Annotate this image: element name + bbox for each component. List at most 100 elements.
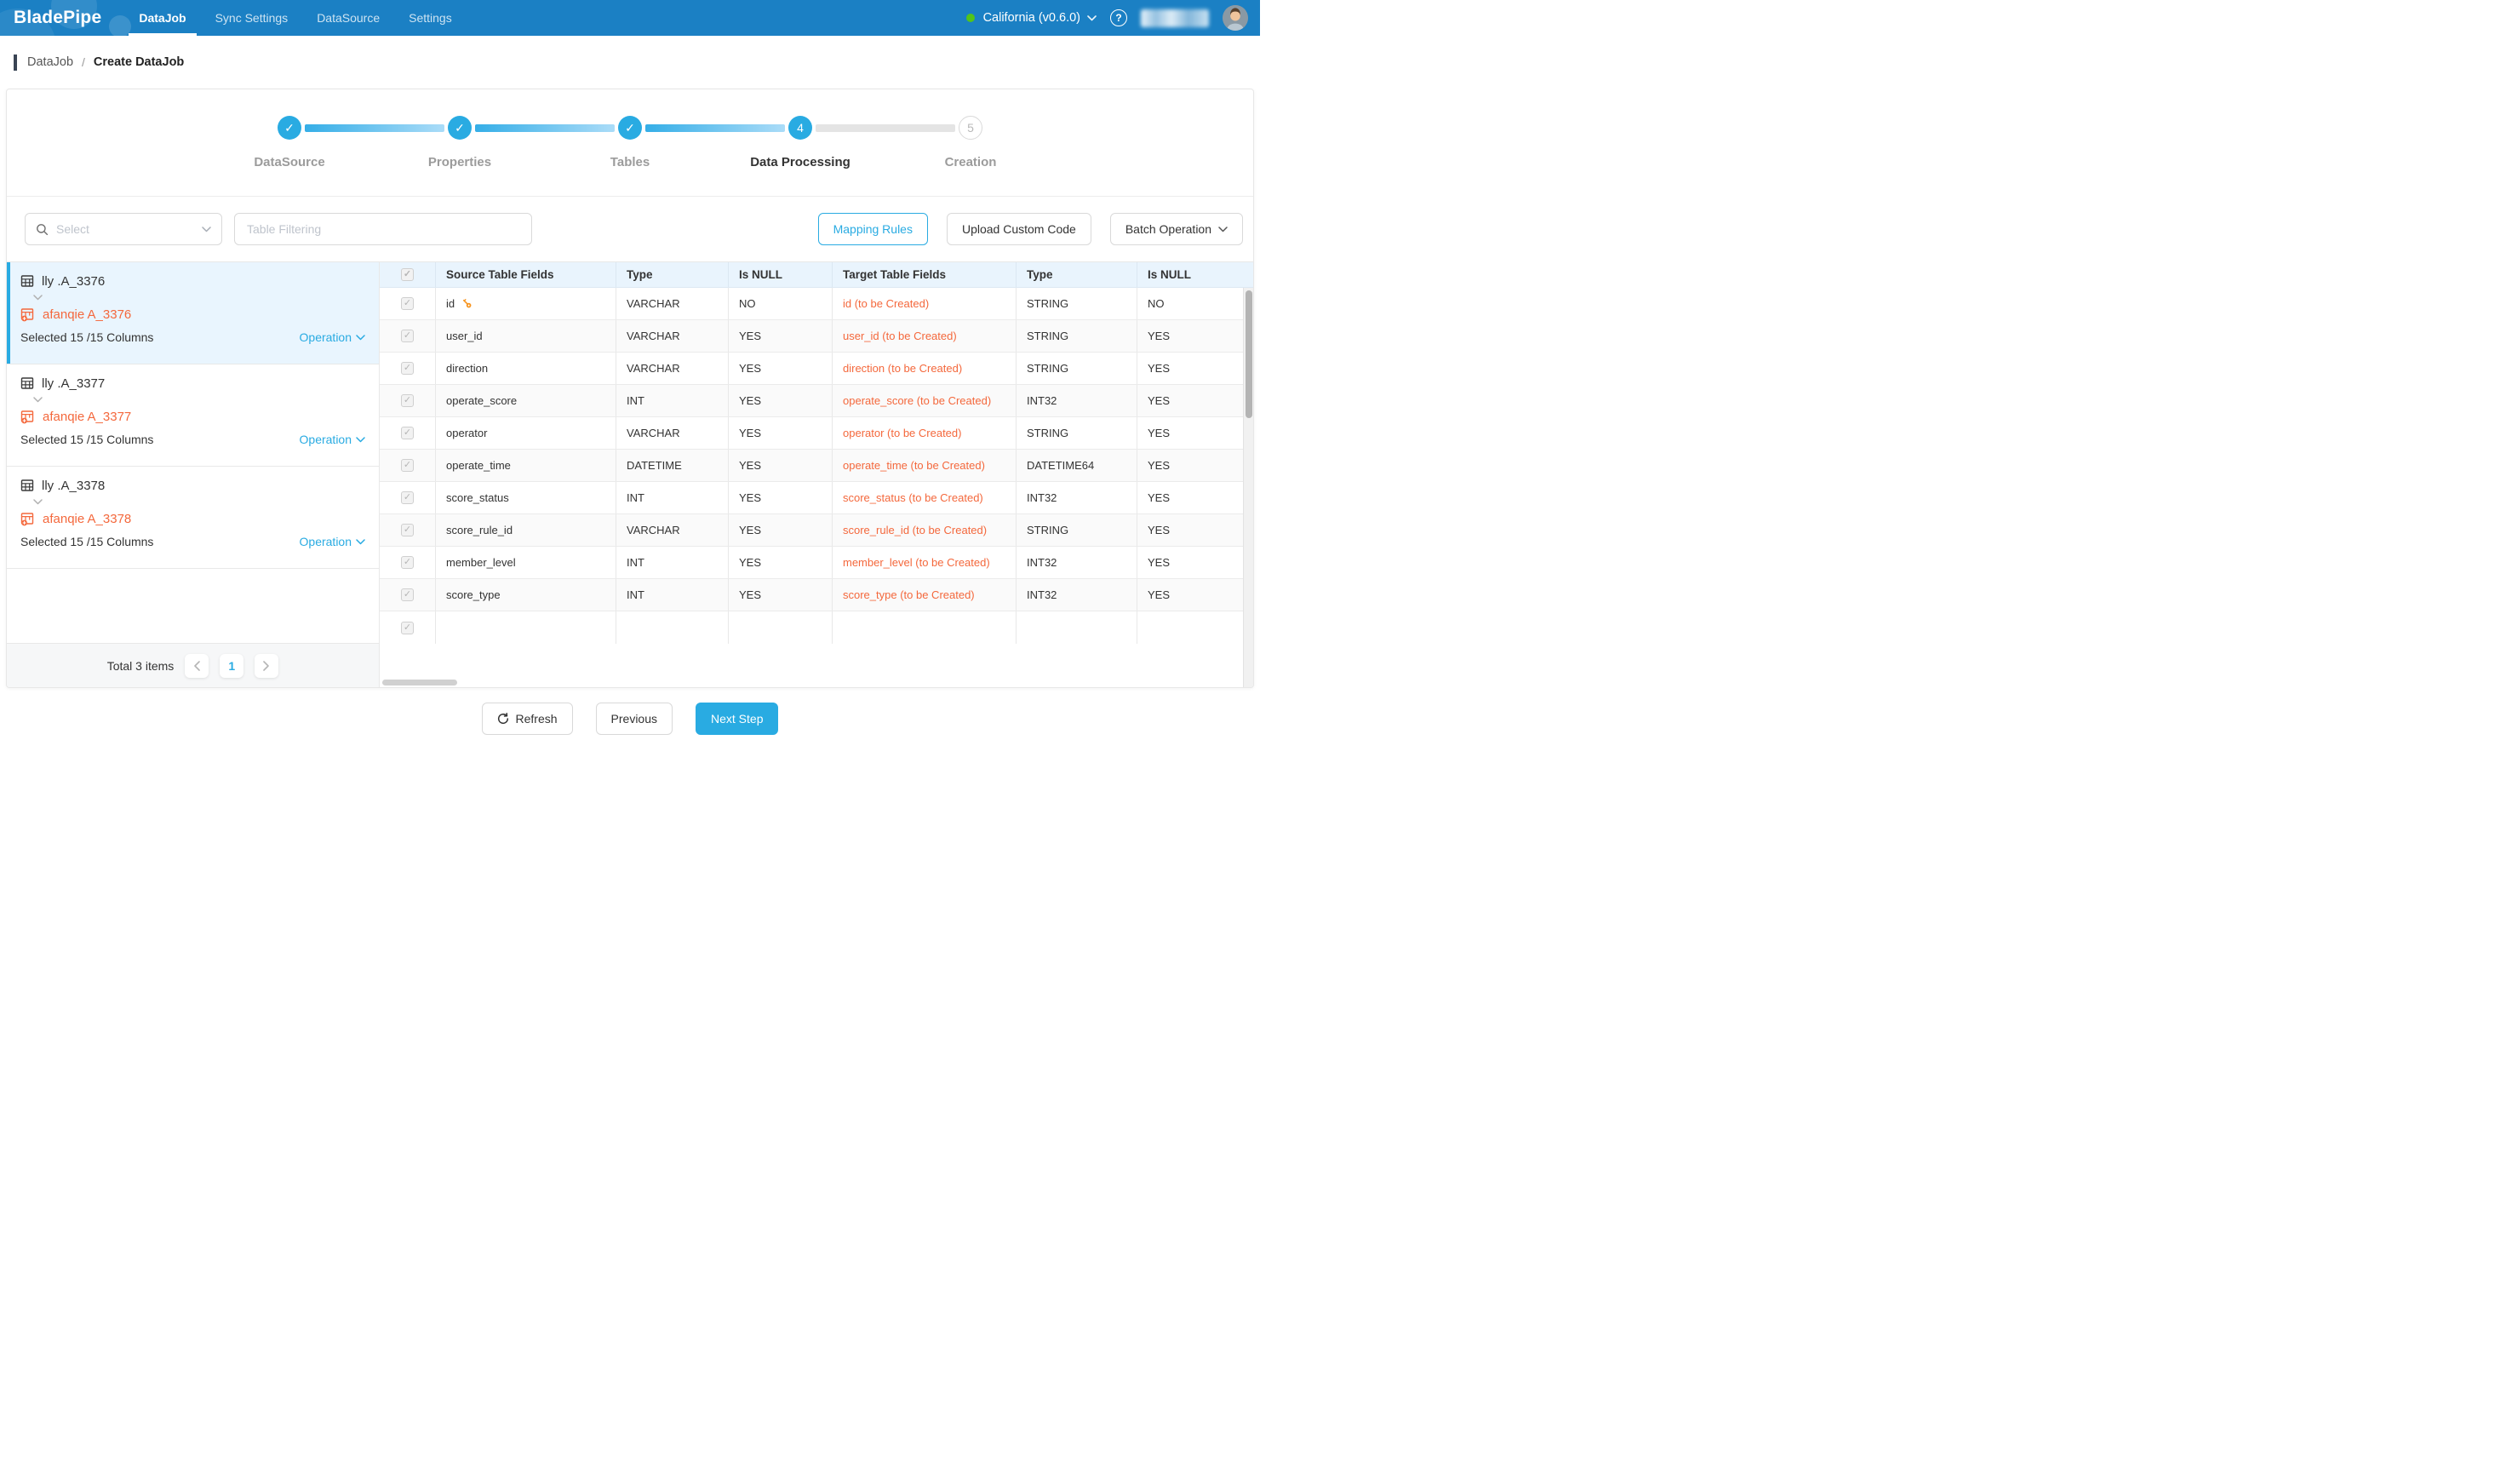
batch-operation-button[interactable]: Batch Operation <box>1110 213 1243 245</box>
mapping-rules-button[interactable]: Mapping Rules <box>818 213 928 245</box>
source-field-name: direction <box>446 361 488 376</box>
source-field-cell: id <box>436 288 616 319</box>
target-isnull-cell: YES <box>1137 547 1243 578</box>
chevron-down-icon <box>356 539 365 545</box>
region-selector[interactable]: California (v0.6.0) <box>988 11 1097 25</box>
breadcrumb-parent-link[interactable]: DataJob <box>27 55 73 69</box>
table-pairs-panel: lly .A_3376afanqie A_3376Selected 15 /15… <box>7 262 380 687</box>
column-header-is-null: Is NULL <box>729 262 833 287</box>
row-checkbox[interactable]: ✓ <box>401 459 414 472</box>
table-filter-input[interactable] <box>234 213 532 245</box>
step-number: 5 <box>959 116 982 140</box>
next-step-button[interactable]: Next Step <box>696 703 778 735</box>
row-checkbox[interactable]: ✓ <box>401 491 414 504</box>
chevron-down-icon <box>202 227 211 232</box>
header-checkbox-cell: ✓ <box>380 262 436 287</box>
source-field-name: score_type <box>446 588 501 603</box>
upload-custom-code-button[interactable]: Upload Custom Code <box>947 213 1091 245</box>
table-pair-item[interactable]: lly .A_3378afanqie A_3378Selected 15 /15… <box>7 467 379 569</box>
empty-cell <box>833 611 1017 644</box>
username-blurred[interactable] <box>1141 9 1209 27</box>
pagination-next-button[interactable] <box>255 654 278 678</box>
operation-link[interactable]: Operation <box>300 535 365 548</box>
step-check-icon[interactable]: ✓ <box>618 116 642 140</box>
select-all-checkbox[interactable]: ✓ <box>401 268 414 281</box>
source-type-cell: INT <box>616 547 729 578</box>
row-checkbox[interactable]: ✓ <box>401 427 414 439</box>
expand-chevron-icon[interactable] <box>33 292 365 303</box>
table-pair-item[interactable]: lly .A_3376afanqie A_3376Selected 15 /15… <box>7 262 379 364</box>
source-type-cell: INT <box>616 482 729 513</box>
source-table-name: lly .A_3376 <box>42 274 105 289</box>
row-checkbox[interactable]: ✓ <box>401 297 414 310</box>
row-checkbox[interactable]: ✓ <box>401 622 414 634</box>
breadcrumb-accent-bar <box>14 54 17 71</box>
target-field-name: operate_time (to be Created) <box>843 458 985 473</box>
target-field-cell: operate_time (to be Created) <box>833 450 1017 481</box>
row-checkbox[interactable]: ✓ <box>401 524 414 536</box>
source-isnull-cell: YES <box>729 417 833 449</box>
step-tables[interactable]: ✓Tables <box>618 116 642 140</box>
nav-item-sync-settings[interactable]: Sync Settings <box>215 0 289 36</box>
vertical-scrollbar-track <box>1243 288 1253 687</box>
row-checkbox[interactable]: ✓ <box>401 588 414 601</box>
row-checkbox-cell: ✓ <box>380 611 436 644</box>
source-isnull-cell: YES <box>729 547 833 578</box>
expand-chevron-icon[interactable] <box>33 496 365 508</box>
step-check-icon[interactable]: ✓ <box>448 116 472 140</box>
source-type-cell: VARCHAR <box>616 417 729 449</box>
table-pair-item[interactable]: lly .A_3377afanqie A_3377Selected 15 /15… <box>7 364 379 467</box>
source-type-cell: INT <box>616 579 729 611</box>
row-checkbox[interactable]: ✓ <box>401 394 414 407</box>
horizontal-scrollbar-thumb[interactable] <box>382 680 457 686</box>
refresh-button[interactable]: Refresh <box>482 703 573 735</box>
target-isnull-cell: YES <box>1137 385 1243 416</box>
avatar[interactable] <box>1223 5 1248 31</box>
step-check-icon[interactable]: ✓ <box>278 116 301 140</box>
table-icon <box>20 479 34 492</box>
select-dropdown[interactable]: Select <box>25 213 222 245</box>
nav-item-settings[interactable]: Settings <box>409 0 452 36</box>
step-datasource[interactable]: ✓DataSource <box>278 116 301 140</box>
breadcrumb: DataJob / Create DataJob <box>0 36 1260 89</box>
source-isnull-cell: YES <box>729 320 833 352</box>
step-properties[interactable]: ✓Properties <box>448 116 472 140</box>
pagination-page-1[interactable]: 1 <box>220 654 243 678</box>
target-table-row: afanqie A_3376 <box>20 305 365 324</box>
target-type-cell: STRING <box>1017 514 1137 546</box>
source-isnull-cell: YES <box>729 450 833 481</box>
source-table-row: lly .A_3378 <box>20 476 365 495</box>
expand-chevron-icon[interactable] <box>33 394 365 405</box>
stepper-connector <box>305 124 444 132</box>
row-checkbox[interactable]: ✓ <box>401 556 414 569</box>
table-row: ✓operatorVARCHARYESoperator (to be Creat… <box>380 417 1243 450</box>
table-add-icon <box>20 410 35 424</box>
content-area: lly .A_3376afanqie A_3376Selected 15 /15… <box>7 261 1253 687</box>
help-icon[interactable]: ? <box>1110 9 1127 26</box>
operation-link[interactable]: Operation <box>300 433 365 446</box>
column-header-type: Type <box>1017 262 1137 287</box>
panel-items-holder: lly .A_3376afanqie A_3376Selected 15 /15… <box>7 262 379 569</box>
table-row: ✓user_idVARCHARYESuser_id (to be Created… <box>380 320 1243 353</box>
source-field-name: id <box>446 296 455 312</box>
source-type-cell: VARCHAR <box>616 320 729 352</box>
brand-logo[interactable]: BladePipe <box>14 8 101 28</box>
previous-button[interactable]: Previous <box>596 703 673 735</box>
target-type-cell: STRING <box>1017 288 1137 319</box>
target-table-name: afanqie A_3378 <box>43 512 131 526</box>
source-field-name: operate_score <box>446 393 517 409</box>
operation-link[interactable]: Operation <box>300 330 365 344</box>
nav-item-datasource[interactable]: DataSource <box>317 0 380 36</box>
column-header-target-table-fields: Target Table Fields <box>833 262 1017 287</box>
pagination-prev-button[interactable] <box>185 654 209 678</box>
nav-item-datajob[interactable]: DataJob <box>139 0 186 36</box>
region-label: California (v0.6.0) <box>983 11 1080 25</box>
row-checkbox[interactable]: ✓ <box>401 362 414 375</box>
toolbar: Select Mapping Rules Upload Custom Code … <box>7 197 1253 261</box>
target-type-cell: INT32 <box>1017 482 1137 513</box>
row-checkbox[interactable]: ✓ <box>401 330 414 342</box>
target-type-cell: DATETIME64 <box>1017 450 1137 481</box>
source-type-cell: DATETIME <box>616 450 729 481</box>
source-table-row: lly .A_3376 <box>20 272 365 290</box>
vertical-scrollbar-thumb[interactable] <box>1246 290 1252 418</box>
